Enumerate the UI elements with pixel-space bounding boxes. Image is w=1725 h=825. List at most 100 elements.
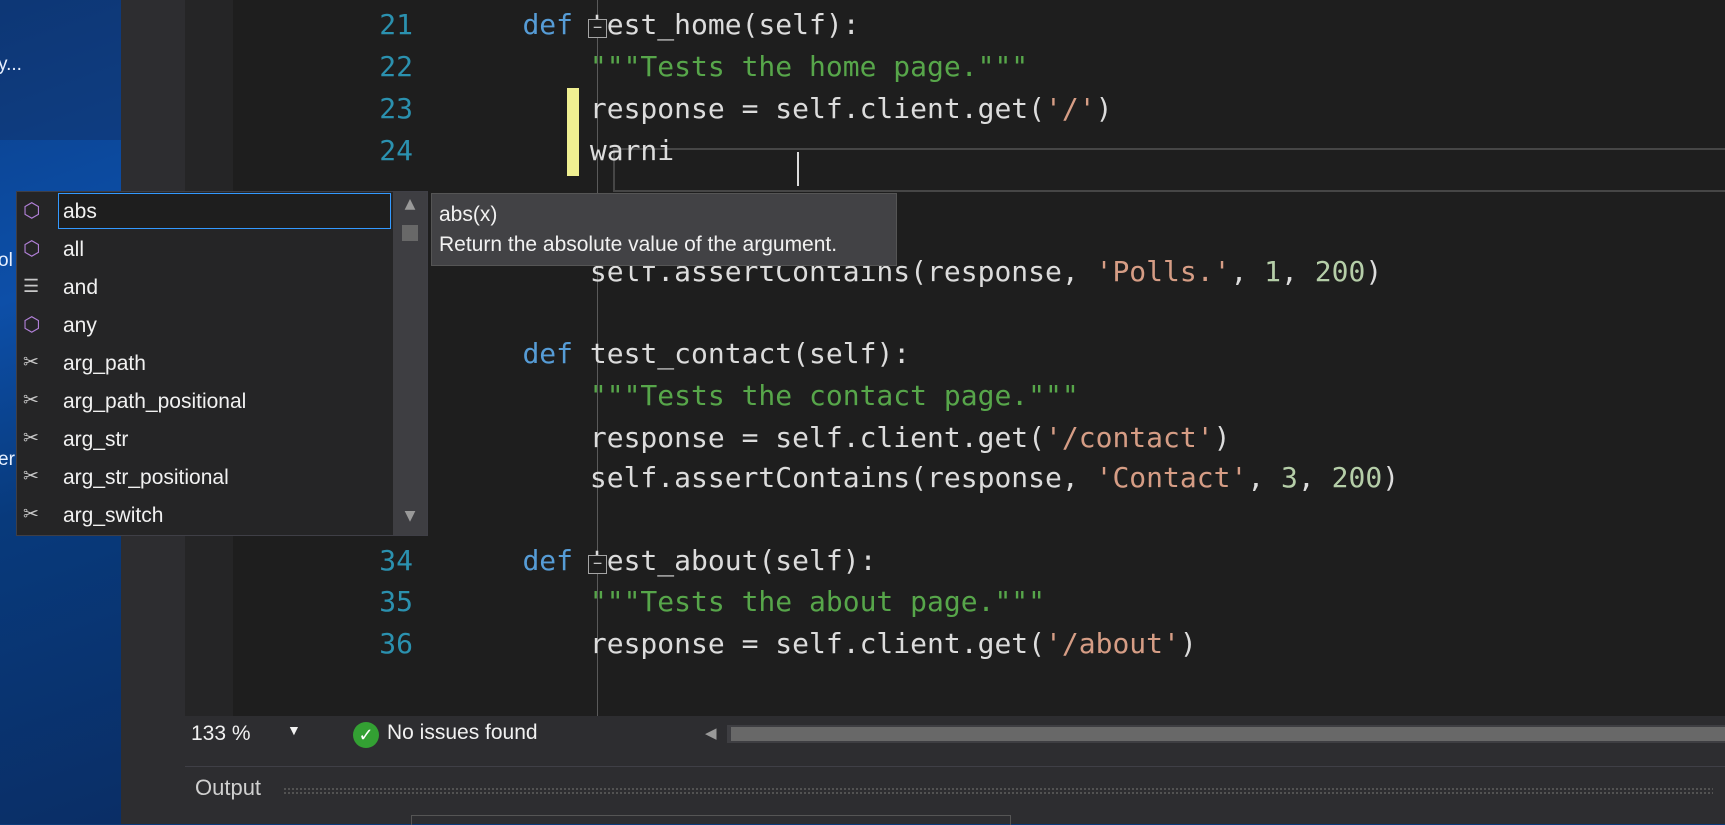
code-token: def <box>522 337 574 370</box>
code-line[interactable]: warni <box>455 128 674 174</box>
code-token: def <box>522 8 574 41</box>
completion-item-label: abs <box>63 200 97 223</box>
code-token: test_about(self): <box>573 544 877 577</box>
current-line-highlight <box>613 148 1725 192</box>
completion-item[interactable]: ⬡ any <box>17 306 391 344</box>
line-number: 21 <box>379 8 413 41</box>
scroll-left-icon[interactable]: ◀ <box>705 724 717 742</box>
issues-status[interactable]: No issues found <box>387 721 538 745</box>
zoom-level[interactable]: 133 % <box>191 722 251 746</box>
completion-item[interactable]: ✂ arg_path <box>17 344 391 382</box>
completion-item[interactable]: ✂ arg_str <box>17 420 391 458</box>
line-number: 22 <box>379 50 413 83</box>
completion-item-label: arg_switch <box>63 504 164 527</box>
completion-scrollbar-thumb[interactable] <box>402 225 418 241</box>
output-panel-title[interactable]: Output <box>195 775 261 801</box>
code-token: test_contact(self): <box>573 337 911 370</box>
collapse-region-icon[interactable]: − <box>588 19 607 38</box>
completion-scrollbar[interactable]: ▲ ▼ <box>393 192 427 535</box>
unsaved-change-marker <box>567 130 579 176</box>
completion-item[interactable]: ✂ arg_switch <box>17 496 391 534</box>
check-circle-icon: ✓ <box>353 722 379 748</box>
code-line[interactable]: """Tests the contact page.""" <box>455 373 1079 419</box>
code-line[interactable]: """Tests the home page.""" <box>455 44 1028 90</box>
code-token: 200 <box>1314 255 1366 288</box>
snippet-icon: ✂ <box>23 466 39 487</box>
snippet-icon: ✂ <box>23 504 39 525</box>
completion-item-label: arg_path <box>63 352 146 375</box>
code-token: , <box>1281 255 1315 288</box>
code-token: 3 <box>1281 461 1298 494</box>
code-line[interactable]: def test_home(self): <box>455 2 860 48</box>
code-token: self.assertContains(response, <box>455 461 1096 494</box>
selected-item-highlight <box>58 193 391 229</box>
line-number: 35 <box>379 585 413 618</box>
code-token: 1 <box>1264 255 1282 288</box>
code-token: response = self.client.get( <box>455 421 1046 454</box>
unsaved-change-marker <box>567 88 579 134</box>
completion-item-label: arg_str <box>63 428 129 451</box>
snippet-icon: ✂ <box>23 390 39 411</box>
scroll-up-icon[interactable]: ▲ <box>393 196 427 212</box>
code-token: test_home(self): <box>573 8 860 41</box>
panel-drag-grip[interactable] <box>283 787 1713 795</box>
code-token: response = self.client.get( <box>455 92 1046 125</box>
code-line[interactable]: self.assertContains(response, 'Contact',… <box>455 455 1399 501</box>
scroll-down-icon[interactable]: ▼ <box>393 508 427 524</box>
completion-item[interactable]: ☰ and <box>17 268 391 306</box>
completion-item-label: all <box>63 238 85 261</box>
completion-item-label: any <box>63 314 97 337</box>
code-token: """Tests the about page.""" <box>589 585 1046 618</box>
completion-item[interactable]: ⬡ abs <box>17 192 391 230</box>
code-token: ) <box>1179 627 1197 660</box>
code-token: 'Polls.' <box>1095 255 1231 288</box>
code-token: , <box>1297 461 1332 494</box>
completion-item[interactable]: ✂ arg_path_positional <box>17 382 391 420</box>
completion-item[interactable]: ✂ arg_str_positional <box>17 458 391 496</box>
tooltip-description: Return the absolute value of the argumen… <box>439 233 838 256</box>
code-token: '/about' <box>1045 627 1180 660</box>
completion-item[interactable]: ⬡ all <box>17 230 391 268</box>
line-number: 24 <box>379 134 413 167</box>
text-caret <box>797 152 799 186</box>
code-token: , <box>1230 255 1265 288</box>
desktop-label-fragment[interactable]: ol <box>0 250 13 272</box>
code-token: 'Contact' <box>1095 461 1248 494</box>
code-token: 200 <box>1331 461 1383 494</box>
code-token: '/contact' <box>1045 421 1214 454</box>
intellisense-completion-list[interactable]: ⬡ abs ⬡ all ☰ and ⬡ any ✂ arg_path ✂ arg_path_posit… <box>16 191 428 536</box>
output-panel: Output <box>185 766 1725 825</box>
horizontal-scrollbar-thumb[interactable] <box>731 727 1725 741</box>
code-line[interactable]: response = self.client.get('/about') <box>455 621 1197 667</box>
zoom-dropdown-icon[interactable]: ▼ <box>287 722 301 738</box>
quick-info-tooltip: abs(x) Return the absolute value of the … <box>431 193 897 266</box>
code-token: ) <box>1365 255 1383 288</box>
code-line[interactable]: response = self.client.get('/') <box>455 86 1113 132</box>
line-number: 23 <box>379 92 413 125</box>
collapse-region-icon[interactable]: − <box>588 555 607 574</box>
editor-status-bar: 133 % ▼ ✓ No issues found ◀ <box>185 716 1725 752</box>
code-token: warni <box>455 134 675 167</box>
function-cube-icon: ⬡ <box>23 314 41 336</box>
code-token: def <box>522 544 574 577</box>
code-line[interactable]: def test_contact(self): <box>455 331 910 377</box>
code-line[interactable]: """Tests the about page.""" <box>455 579 1045 625</box>
function-cube-icon: ⬡ <box>23 238 41 260</box>
code-token: response = self.client.get( <box>455 627 1046 660</box>
desktop-label-fragment[interactable]: er <box>0 449 15 471</box>
code-line[interactable]: def test_about(self): <box>455 538 876 584</box>
code-token: '/' <box>1045 92 1096 125</box>
snippet-icon: ✂ <box>23 428 39 449</box>
completion-item-label: arg_path_positional <box>63 390 247 413</box>
desktop-label-fragment[interactable]: y... <box>0 54 22 76</box>
code-token: ) <box>1382 461 1400 494</box>
code-token: , <box>1247 461 1282 494</box>
code-token: """Tests the contact page.""" <box>589 379 1079 412</box>
code-token: """Tests the home page.""" <box>589 50 1029 83</box>
